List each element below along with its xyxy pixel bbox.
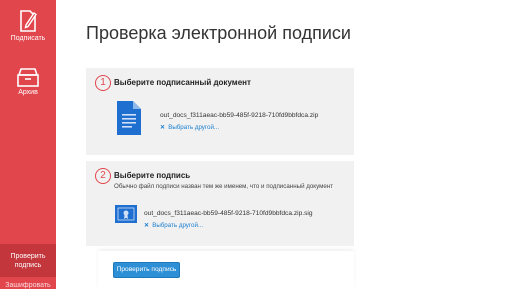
signature-file-name: out_docs_f311aeac-bb59-485f-9218-710fd9b… [144, 210, 313, 217]
document-file-name: out_docs_f311aeac-bb59-485f-9218-710fd9b… [160, 112, 319, 119]
change-signature-label: Выбрать другой... [152, 222, 204, 229]
step-hint: Обычно файл подписи назван тем же именем… [114, 183, 334, 190]
step-number: 1 [95, 75, 111, 91]
archive-icon [17, 68, 39, 87]
step-signature-card: 2 Выберите подпись Обычно файл подписи н… [86, 161, 354, 246]
document-icon[interactable] [116, 100, 142, 136]
page-title: Проверка электронной подписи [86, 23, 351, 43]
close-icon: ✕ [144, 222, 150, 229]
change-signature-link[interactable]: ✕ Выбрать другой... [144, 222, 203, 229]
sidebar-item-encrypt[interactable]: Зашифровать [0, 280, 56, 289]
change-document-label: Выбрать другой... [168, 124, 220, 131]
step-title: Выберите подпись [114, 171, 191, 180]
sidebar-item-verify[interactable]: Проверить подпись [0, 244, 56, 277]
sidebar-item-label: Зашифровать [5, 282, 51, 289]
step-document-card: 1 Выберите подписанный документ out_docs… [86, 68, 354, 155]
step-title: Выберите подписанный документ [114, 78, 251, 87]
verify-signature-button[interactable]: Проверить подпись [113, 262, 180, 278]
close-icon: ✕ [160, 124, 166, 131]
sidebar-item-sign[interactable]: Подписать [0, 8, 56, 56]
sidebar: Подписать Архив Проверить подпись Зашифр… [0, 0, 56, 289]
change-document-link[interactable]: ✕ Выбрать другой... [160, 124, 219, 131]
sidebar-item-label: Архив [18, 89, 38, 96]
sign-icon [20, 10, 37, 32]
certificate-icon[interactable] [115, 205, 137, 223]
sidebar-item-label: Проверить подпись [10, 253, 46, 269]
step-number: 2 [95, 168, 111, 184]
sidebar-item-archive[interactable]: Архив [0, 66, 56, 110]
sidebar-item-label: Подписать [10, 35, 46, 42]
